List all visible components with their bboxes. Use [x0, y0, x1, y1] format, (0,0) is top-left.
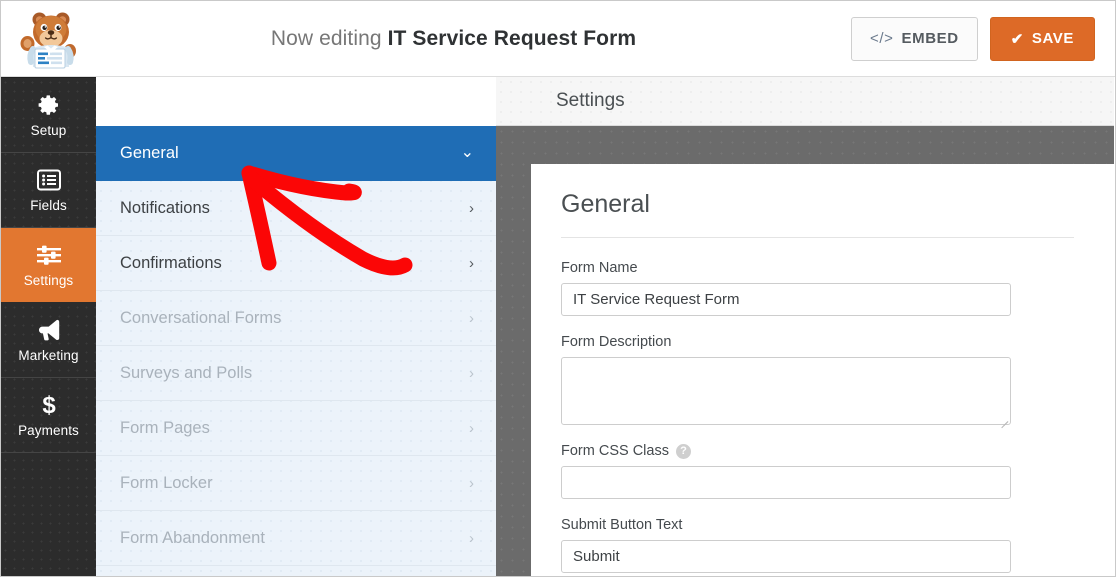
content-header-title: Settings	[556, 90, 625, 112]
form-description-label: Form Description	[561, 334, 1074, 350]
sidebar-item-settings-label: Settings	[24, 273, 74, 288]
sidebar-item-payments[interactable]: $ Payments	[1, 378, 96, 453]
save-button-label: SAVE	[1032, 30, 1074, 47]
settings-item-confirmations-label: Confirmations	[120, 254, 469, 273]
form-css-class-label: Form CSS Class ?	[561, 443, 1074, 459]
form-name-label: Form Name	[561, 260, 1074, 276]
chevron-right-icon: ›	[469, 531, 474, 546]
sidebar-empty-space	[1, 453, 96, 528]
sidebar-item-setup-label: Setup	[31, 123, 67, 138]
svg-text:$: $	[42, 392, 56, 418]
settings-item-form-locker[interactable]: Form Locker ›	[96, 456, 496, 511]
top-header-bar: Now editing IT Service Request Form </> …	[1, 1, 1115, 77]
editing-prefix: Now editing	[271, 27, 382, 50]
page-title: Now editing IT Service Request Form	[56, 27, 851, 51]
builder-sidebar: Setup Fields	[1, 77, 96, 576]
settings-item-conversational-forms[interactable]: Conversational Forms ›	[96, 291, 496, 346]
dollar-icon: $	[40, 392, 58, 418]
chevron-down-icon: ⌄	[461, 145, 474, 161]
chevron-right-icon: ›	[469, 311, 474, 326]
chevron-right-icon: ›	[469, 421, 474, 436]
field-form-description: Form Description	[561, 334, 1074, 425]
header-actions: </> EMBED ✔ SAVE	[851, 17, 1115, 61]
settings-item-form-abandonment-label: Form Abandonment	[120, 529, 469, 548]
question-mark-icon[interactable]: ?	[676, 444, 691, 459]
settings-item-notifications-label: Notifications	[120, 199, 469, 218]
sidebar-item-fields[interactable]: Fields	[1, 153, 96, 228]
megaphone-icon	[36, 317, 62, 343]
submit-button-text-label: Submit Button Text	[561, 517, 1074, 533]
chevron-right-icon: ›	[469, 256, 474, 271]
gear-icon	[37, 92, 61, 118]
field-form-css-class: Form CSS Class ?	[561, 443, 1074, 499]
sidebar-item-marketing-label: Marketing	[18, 348, 78, 363]
chevron-right-icon: ›	[469, 201, 474, 216]
chevron-right-icon: ›	[469, 366, 474, 381]
settings-item-conversational-forms-label: Conversational Forms	[120, 309, 469, 328]
settings-item-general[interactable]: General ⌄	[96, 126, 496, 181]
settings-item-form-locker-label: Form Locker	[120, 474, 469, 493]
chevron-right-icon: ›	[469, 476, 474, 491]
form-description-wrap	[561, 357, 1011, 425]
settings-item-notifications[interactable]: Notifications ›	[96, 181, 496, 236]
save-button[interactable]: ✔ SAVE	[990, 17, 1095, 61]
settings-item-confirmations[interactable]: Confirmations ›	[96, 236, 496, 291]
sidebar-item-marketing[interactable]: Marketing	[1, 303, 96, 378]
embed-button-label: EMBED	[902, 30, 959, 47]
field-submit-button-text: Submit Button Text	[561, 517, 1074, 573]
embed-button[interactable]: </> EMBED	[851, 17, 978, 61]
general-settings-panel: General Form Name Form Description	[531, 164, 1114, 576]
sidebar-item-setup[interactable]: Setup	[1, 78, 96, 153]
form-name-input[interactable]	[561, 283, 1011, 316]
list-icon	[37, 167, 61, 193]
settings-item-form-pages-label: Form Pages	[120, 419, 469, 438]
settings-item-surveys-and-polls[interactable]: Surveys and Polls ›	[96, 346, 496, 401]
content-header: Settings	[496, 77, 1114, 126]
settings-item-general-label: General	[120, 144, 461, 163]
sidebar-item-settings[interactable]: Settings	[1, 228, 96, 303]
field-form-name: Form Name	[561, 260, 1074, 316]
settings-item-surveys-and-polls-label: Surveys and Polls	[120, 364, 469, 383]
settings-section-list: General ⌄ Notifications › Confirmations …	[96, 126, 496, 576]
form-description-textarea[interactable]	[561, 357, 1011, 425]
panel-title: General	[561, 190, 1074, 238]
editing-form-name: IT Service Request Form	[388, 27, 637, 50]
content-stage: General Form Name Form Description	[496, 126, 1114, 576]
sliders-icon	[36, 242, 62, 268]
check-icon: ✔	[1011, 30, 1024, 48]
sidebar-item-payments-label: Payments	[18, 423, 79, 438]
settings-item-form-pages[interactable]: Form Pages ›	[96, 401, 496, 456]
form-builder-window: Now editing IT Service Request Form </> …	[0, 0, 1116, 577]
submit-button-text-input[interactable]	[561, 540, 1011, 573]
code-brackets-icon: </>	[870, 30, 894, 47]
sidebar-item-fields-label: Fields	[30, 198, 67, 213]
settings-item-form-abandonment[interactable]: Form Abandonment ›	[96, 511, 496, 566]
form-css-class-input[interactable]	[561, 466, 1011, 499]
